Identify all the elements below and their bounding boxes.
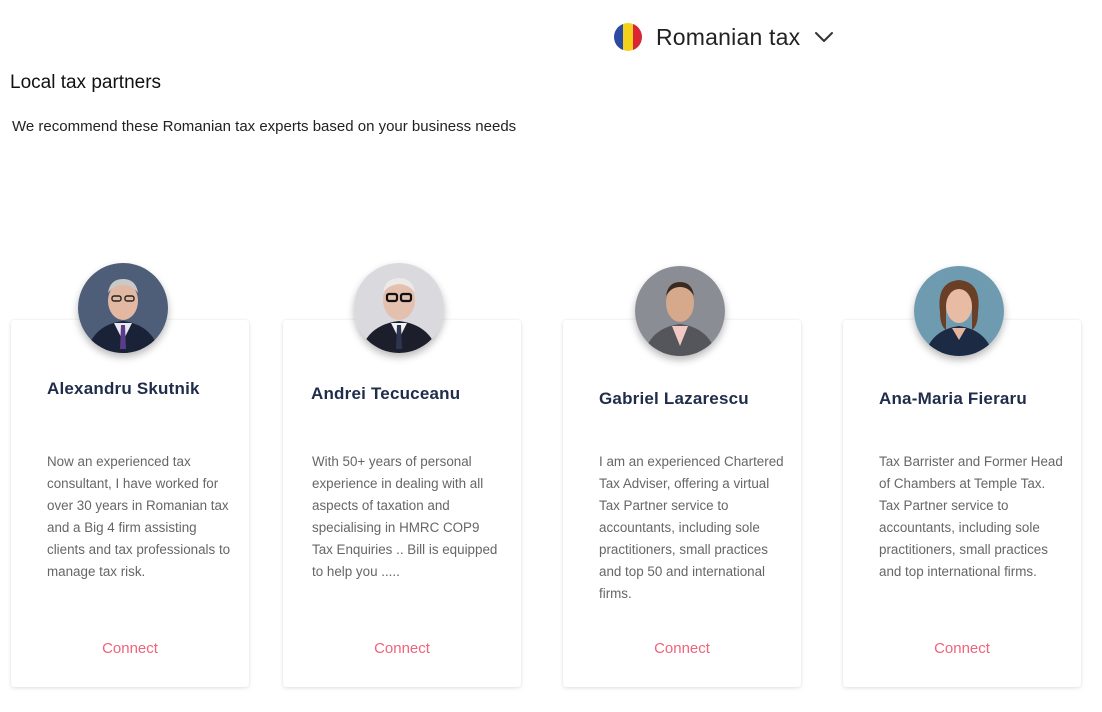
avatar <box>635 266 725 356</box>
partner-card: Gabriel Lazarescu I am an experienced Ch… <box>563 266 801 687</box>
connect-button[interactable]: Connect <box>283 640 521 657</box>
partner-name: Andrei Tecuceanu <box>311 384 461 403</box>
connect-button[interactable]: Connect <box>11 640 249 657</box>
partner-bio: I am an experienced Chartered Tax Advise… <box>599 454 784 601</box>
partner-card: Andrei Tecuceanu With 50+ years of perso… <box>283 263 521 687</box>
partner-name: Gabriel Lazarescu <box>599 389 749 408</box>
partner-name: Ana-Maria Fieraru <box>879 389 1027 408</box>
connect-button[interactable]: Connect <box>563 640 801 657</box>
avatar <box>354 263 444 353</box>
connect-button[interactable]: Connect <box>843 640 1081 657</box>
partner-card: Alexandru Skutnik Now an experienced tax… <box>11 263 249 687</box>
avatar <box>914 266 1004 356</box>
partner-bio: With 50+ years of personal experience in… <box>312 454 498 579</box>
partner-bio: Now an experienced tax consultant, I hav… <box>47 454 231 579</box>
avatar <box>78 263 168 353</box>
partner-card: Ana-Maria Fieraru Tax Barrister and Form… <box>843 266 1081 687</box>
partner-cards: Alexandru Skutnik Now an experienced tax… <box>0 0 1102 712</box>
partner-bio: Tax Barrister and Former Head of Chamber… <box>879 454 1063 579</box>
partner-name: Alexandru Skutnik <box>47 379 200 398</box>
